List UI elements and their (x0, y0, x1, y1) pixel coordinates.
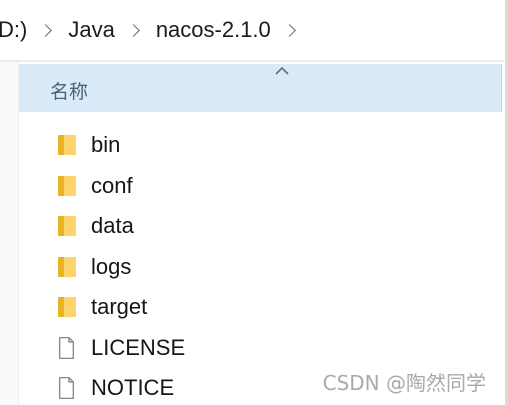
folder-icon (56, 134, 80, 156)
folder-icon (56, 296, 80, 318)
file-name: target (91, 294, 148, 319)
list-item-license[interactable]: LICENSE (56, 331, 185, 365)
folder-icon (56, 215, 80, 237)
list-item-notice[interactable]: NOTICE (56, 371, 174, 405)
file-name: conf (91, 173, 133, 198)
watermark: CSDN @陶然同学 (322, 371, 486, 395)
list-item-bin[interactable]: bin (56, 128, 120, 162)
file-name: bin (91, 132, 121, 157)
document-icon (56, 337, 80, 359)
list-item-logs[interactable]: logs (56, 250, 131, 284)
list-item-data[interactable]: data (56, 209, 134, 243)
document-icon (56, 377, 80, 399)
folder-icon (56, 175, 80, 197)
folder-icon (56, 256, 80, 278)
file-name: NOTICE (91, 375, 175, 400)
file-name: logs (91, 254, 132, 279)
file-list: bin conf data logs target LICENSE NOTICE (0, 0, 508, 405)
file-name: LICENSE (91, 335, 186, 360)
list-item-target[interactable]: target (56, 290, 147, 324)
file-name: data (91, 213, 134, 238)
list-item-conf[interactable]: conf (56, 169, 133, 203)
